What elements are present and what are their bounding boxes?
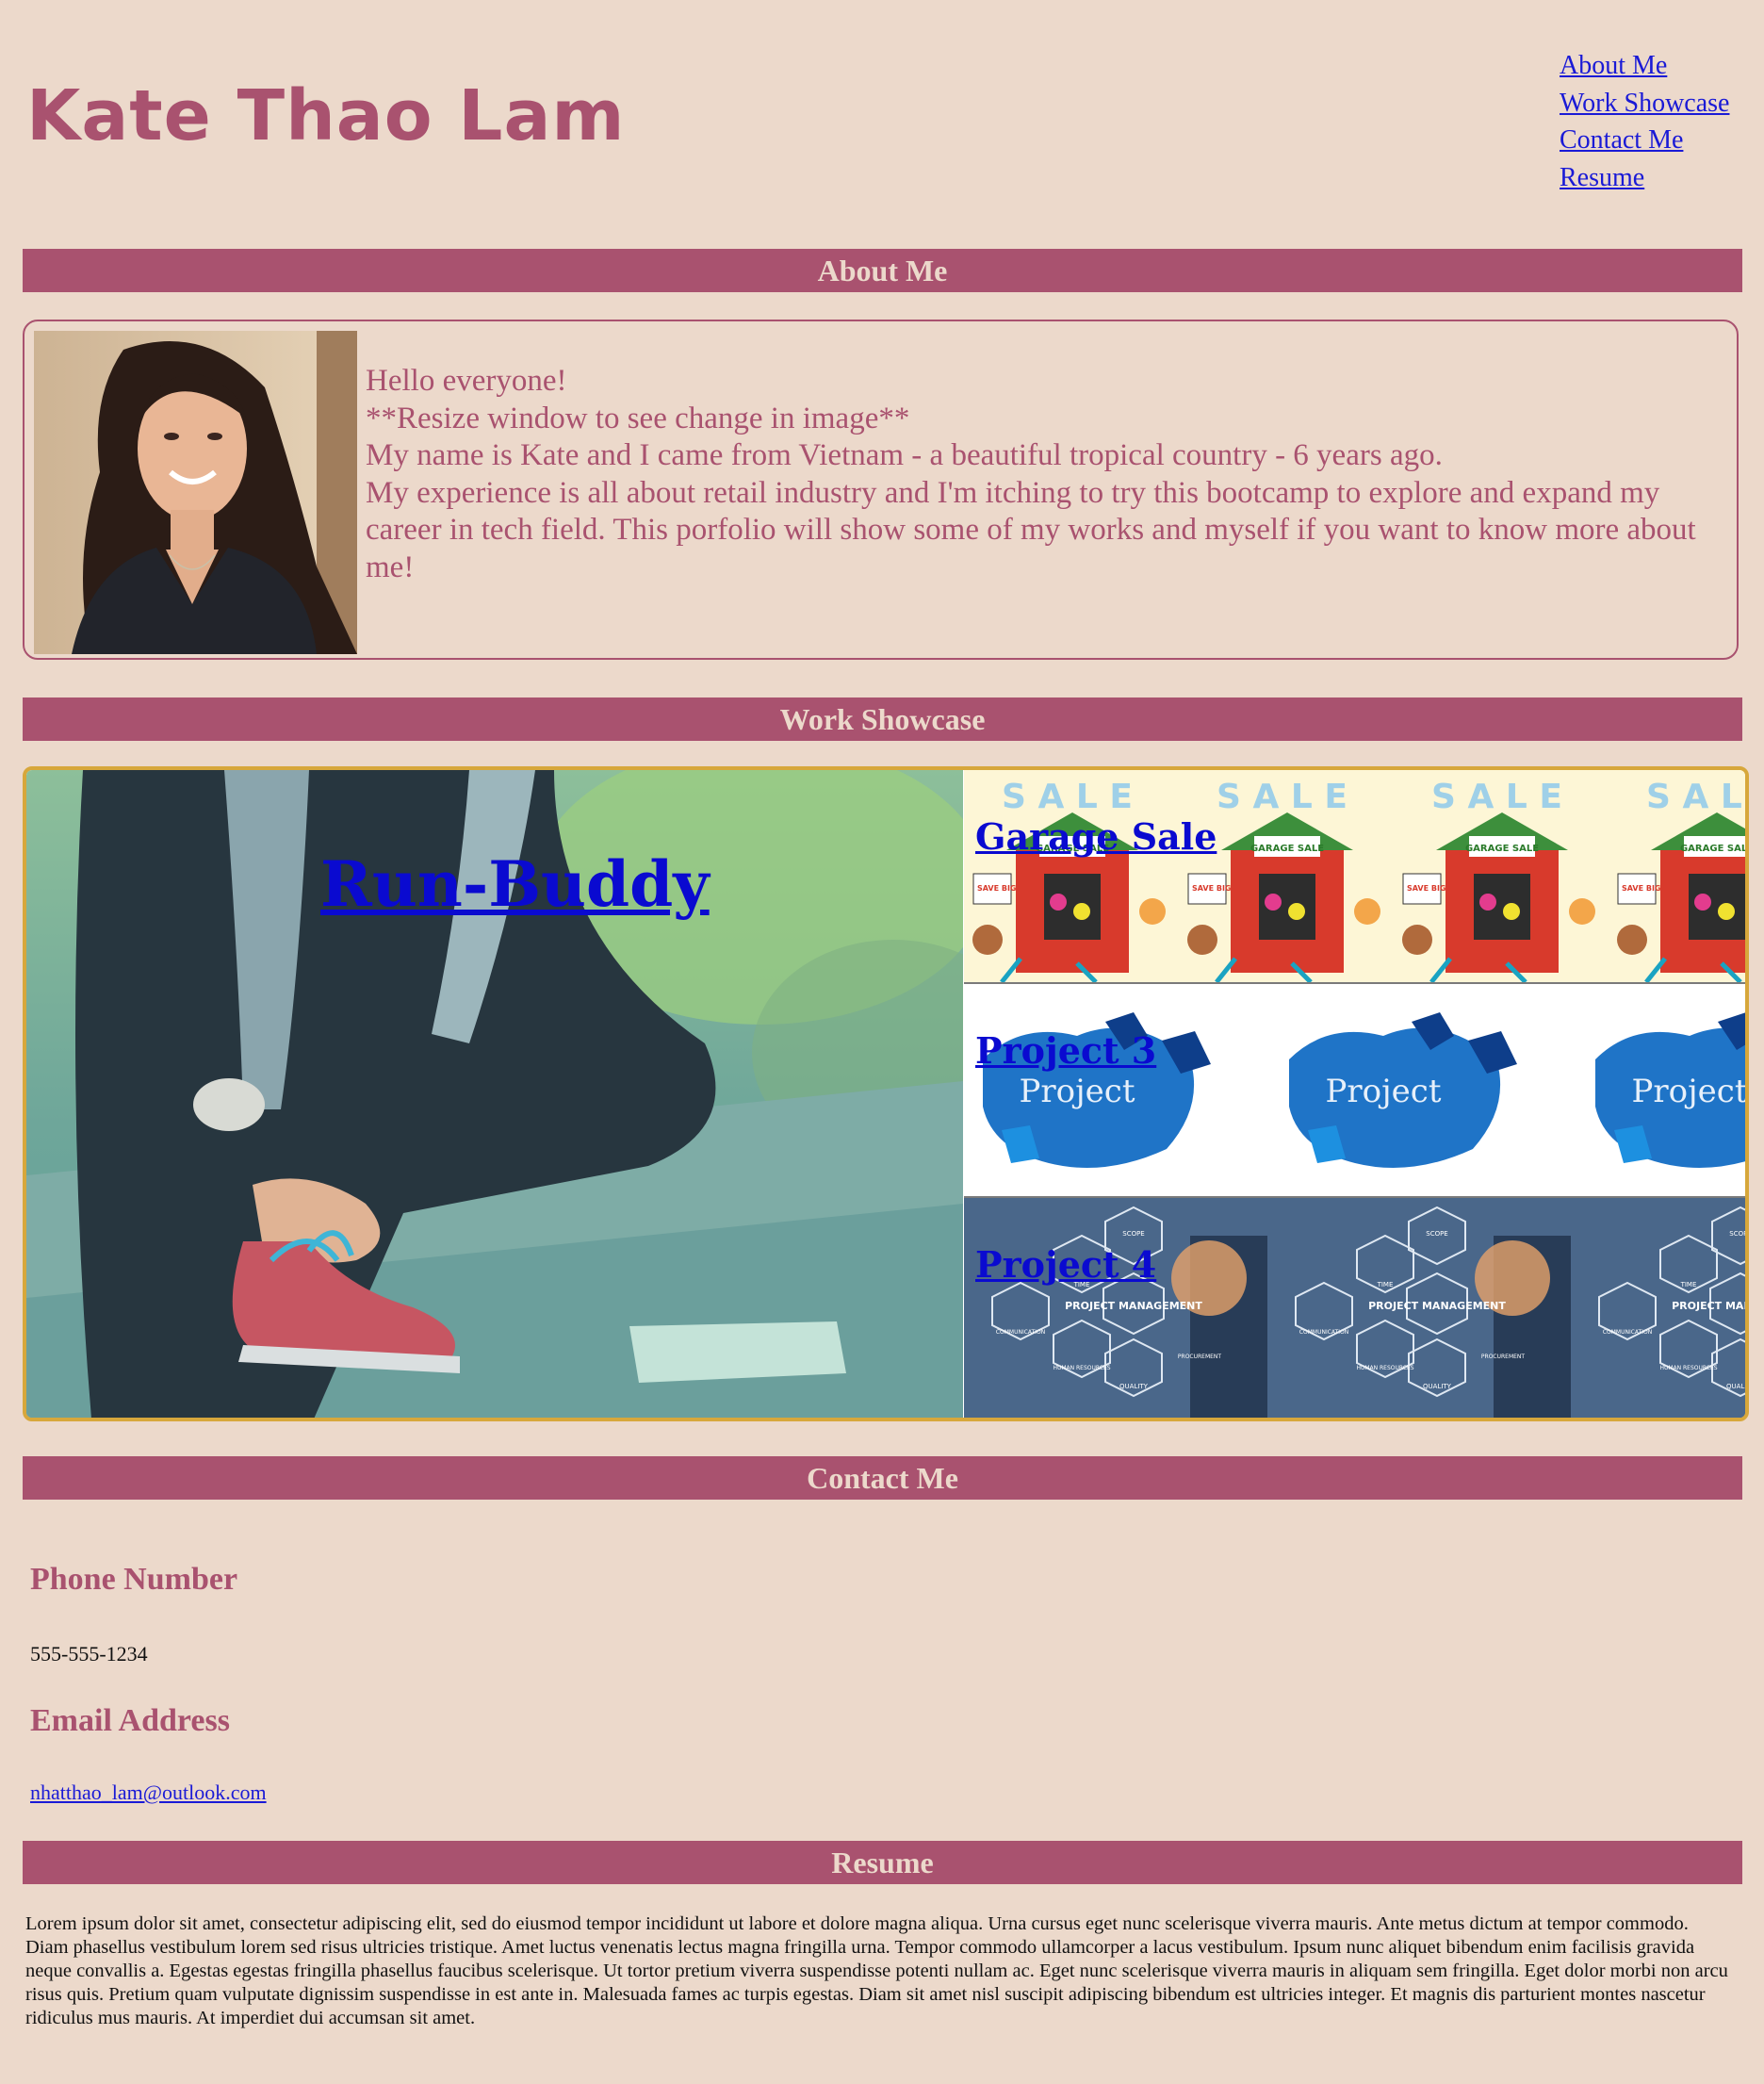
garage-sale-image: S A L E GARAGE SALE SAVE BIG!	[972, 770, 1745, 982]
project-3[interactable]: Project Project 3	[964, 984, 1745, 1198]
pm-label-text: QUALITY	[1119, 1383, 1149, 1390]
garage-sale-link[interactable]: Garage Sale	[975, 815, 1217, 858]
project-3-image: Project	[983, 1012, 1745, 1168]
site-title: Kate Thao Lam	[26, 75, 626, 156]
phone-heading: Phone Number	[30, 1562, 238, 1597]
nav-link-about[interactable]: About Me	[1560, 47, 1729, 85]
pm-label-text: HUMAN RESOURCES	[1053, 1365, 1110, 1371]
project-4-link[interactable]: Project 4	[975, 1243, 1156, 1286]
about-card: Hello everyone! **Resize window to see c…	[23, 320, 1739, 660]
pm-label-text: COMMUNICATION	[996, 1329, 1045, 1336]
nav-link-resume[interactable]: Resume	[1560, 159, 1729, 197]
project-4[interactable]: PROJECT MANAGEMENT SCOPE TIME COMMUNICAT…	[964, 1198, 1745, 1418]
pm-label-text: PROCUREMENT	[1178, 1354, 1222, 1360]
about-line: My name is Kate and I came from Vietnam …	[366, 438, 1443, 472]
phone-number: 555-555-1234	[30, 1642, 148, 1666]
resume-text: Lorem ipsum dolor sit amet, consectetur …	[25, 1913, 1728, 2028]
profile-photo	[34, 331, 357, 654]
email-link[interactable]: nhatthao_lam@outlook.com	[30, 1780, 267, 1805]
nav-link-work[interactable]: Work Showcase	[1560, 85, 1729, 123]
nav-link-contact[interactable]: Contact Me	[1560, 122, 1729, 159]
section-heading-resume: Resume	[23, 1841, 1742, 1884]
pm-label-text: SCOPE	[1122, 1230, 1145, 1238]
project-3-link[interactable]: Project 3	[975, 1029, 1156, 1072]
section-heading-work: Work Showcase	[23, 697, 1742, 741]
main-nav: About Me Work Showcase Contact Me Resume	[1560, 47, 1729, 196]
section-heading-contact: Contact Me	[23, 1456, 1742, 1500]
about-line: My experience is all about retail indust…	[366, 475, 1696, 584]
project-run-buddy[interactable]: Run-Buddy	[26, 770, 963, 1418]
run-buddy-link[interactable]: Run-Buddy	[320, 847, 710, 921]
about-line: Hello everyone!	[366, 364, 567, 398]
project-4-image: PROJECT MANAGEMENT SCOPE TIME COMMUNICAT…	[964, 1198, 1745, 1418]
sale-banner-text: S A L E	[1002, 778, 1133, 816]
section-heading-about: About Me	[23, 249, 1742, 292]
puzzle-word-text: Project	[1020, 1073, 1135, 1110]
project-garage-sale[interactable]: S A L E GARAGE SALE SAVE BIG! Garage Sal…	[964, 770, 1745, 984]
email-heading: Email Address	[30, 1703, 230, 1738]
about-line: **Resize window to see change in image**	[366, 401, 910, 435]
big-sign-text: SAVE BIG!	[977, 884, 1020, 893]
pm-center-text: PROJECT MANAGEMENT	[1065, 1300, 1202, 1312]
about-text: Hello everyone! **Resize window to see c…	[366, 363, 1723, 586]
work-showcase: Run-Buddy S A L E GARAGE SALE SAVE BIG!	[23, 766, 1749, 1421]
